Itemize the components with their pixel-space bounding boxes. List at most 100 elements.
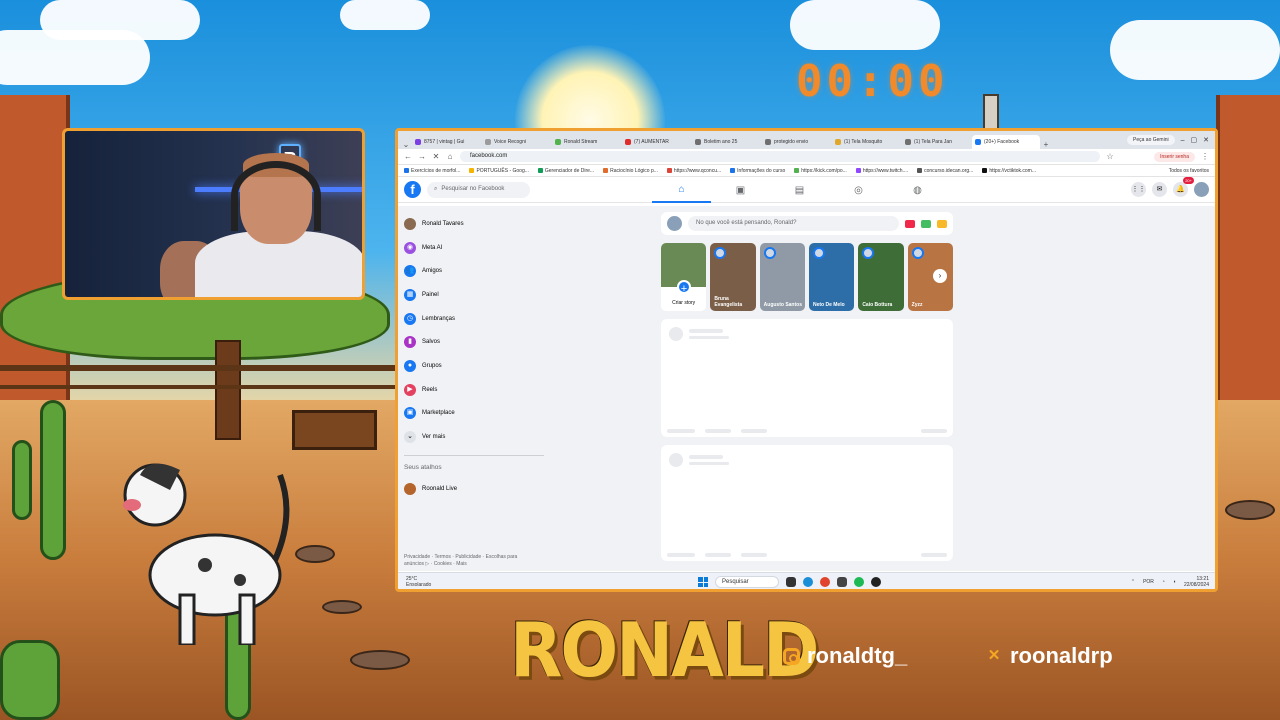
stone (295, 545, 335, 563)
minimize-icon[interactable]: – (1181, 137, 1185, 144)
left-sidebar: Ronald Tavares ◉ Meta AI 👥 Amigos ▦ Painel ◷ Lem… (404, 212, 554, 501)
bookmark-item[interactable]: Exercícios de morfol... (404, 168, 460, 174)
new-tab-button[interactable]: + (1042, 140, 1050, 149)
tab-label: (1) Tela Mosquito (844, 139, 883, 145)
bookmark-item[interactable]: https://www.twitch.... (855, 168, 908, 174)
bookmark-item[interactable]: Raciocínio Lógico p... (603, 168, 658, 174)
taskbar-search[interactable]: Pesquisar (715, 576, 779, 588)
composer-input[interactable]: No que você está pensando, Ronald? (688, 216, 899, 231)
browser-window: ⌄ 8757 | vintag | Gui Voice Recogni Ronald… (395, 128, 1218, 592)
back-icon[interactable]: ← (404, 152, 412, 161)
sidebar-item-amigos[interactable]: 👥 Amigos (404, 259, 554, 283)
sidebar-item-marketplace[interactable]: ▣ Marketplace (404, 402, 554, 426)
bookmark-item[interactable]: https://vctiktok.com... (982, 168, 1036, 174)
browser-tab[interactable]: Boletim ano 25 (692, 135, 760, 149)
sidebar-item-label: Reels (422, 386, 438, 393)
stop-icon[interactable]: ✕ (432, 152, 440, 161)
language[interactable]: POR (1143, 579, 1154, 585)
marketplace-icon[interactable]: ▤ (770, 177, 829, 203)
wifi-icon[interactable]: ◔ (1162, 579, 1165, 585)
star-icon[interactable]: ☆ (1106, 152, 1114, 161)
avatar[interactable] (1194, 182, 1209, 197)
menu-icon[interactable]: ⋮ (1201, 152, 1209, 161)
fence (0, 385, 395, 389)
volume-icon[interactable]: ◖ (1173, 579, 1176, 585)
instagram-icon (783, 647, 800, 665)
edge-icon[interactable] (803, 577, 813, 587)
profile-button[interactable]: Inserir senha (1154, 151, 1195, 162)
close-icon[interactable]: ✕ (1203, 136, 1209, 144)
facebook-main-nav: ⌂ ▣ ▤ ◎ ◍ (652, 177, 947, 203)
gaming-icon[interactable]: ◍ (888, 177, 947, 203)
chevron-right-icon[interactable]: › (933, 269, 947, 283)
skeleton-line (921, 429, 947, 433)
story-card[interactable]: Bruna Evangelista (710, 243, 756, 311)
gemini-button[interactable]: Peça ao Gemini (1127, 135, 1175, 145)
tab-search-icon[interactable]: ⌄ (402, 140, 410, 149)
messenger-icon[interactable]: ✉ (1152, 182, 1167, 197)
footer-links[interactable]: Privacidade · Termos · Publicidade · Esc… (404, 554, 534, 568)
live-video-icon[interactable] (905, 219, 915, 228)
browser-tab[interactable]: (7) AUMENTAR (622, 135, 690, 149)
dog-illustration (123, 463, 290, 645)
story-card[interactable]: Caio Bottura (858, 243, 904, 311)
bookmark-favicon-icon (603, 167, 609, 173)
tab-favicon-icon (835, 139, 841, 145)
browser-tab[interactable]: (1) Tela Para Jan (902, 135, 970, 149)
cliff-left (0, 95, 70, 425)
tree-trunk (215, 340, 241, 440)
bookmark-item[interactable]: https://kick.com/po... (794, 168, 847, 174)
saved-icon: ▮ (404, 336, 416, 349)
home-icon[interactable]: ⌂ (652, 177, 711, 203)
clock[interactable]: 13:21 22/08/2024 (1184, 576, 1209, 588)
sidebar-item-ver-mais[interactable]: ⌄ Ver mais (404, 425, 554, 449)
tray-arrow-icon[interactable]: ⌃ (1131, 579, 1135, 585)
sidebar-item-label: Salvos (422, 339, 441, 346)
windows-start-icon[interactable] (698, 577, 708, 587)
bookmark-item[interactable]: Gerenciador de Dire... (537, 168, 594, 174)
browser-tab[interactable]: (20+) Facebook (972, 135, 1040, 149)
home-icon[interactable]: ⌂ (446, 152, 454, 161)
app-icon[interactable] (837, 577, 847, 587)
sidebar-item-meta-ai[interactable]: ◉ Meta AI (404, 236, 554, 260)
browser-tab[interactable]: Ronald Stream (552, 135, 620, 149)
video-icon[interactable]: ▣ (711, 177, 770, 203)
sidebar-item-lembranças[interactable]: ◷ Lembranças (404, 307, 554, 331)
create-story-card[interactable]: + Criar story (661, 243, 707, 311)
browser-tab[interactable]: protegido envio (762, 135, 830, 149)
browser-tab[interactable]: (1) Tela Mosquito (832, 135, 900, 149)
maximize-icon[interactable]: ▢ (1191, 136, 1198, 144)
forward-icon[interactable]: → (418, 152, 426, 161)
weather-widget[interactable]: 25°C Ensolarado (406, 576, 431, 588)
sidebar-item-reels[interactable]: ▶ Reels (404, 378, 554, 402)
notifications-icon[interactable]: 🔔 20+ (1173, 177, 1194, 197)
bookmark-item[interactable]: PORTUGUÊS - Goog... (469, 168, 529, 174)
file-explorer-icon[interactable] (786, 577, 796, 587)
feeling-icon[interactable] (937, 219, 947, 228)
sidebar-item-salvos[interactable]: ▮ Salvos (404, 330, 554, 354)
facebook-search-input[interactable]: ⌕ Pesquisar no Facebook (427, 181, 530, 198)
spotify-icon[interactable] (854, 577, 864, 587)
photo-icon[interactable] (921, 219, 931, 228)
facebook-body: Ronald Tavares ◉ Meta AI 👥 Amigos ▦ Painel ◷ Lem… (398, 206, 1215, 571)
chrome-icon[interactable] (820, 577, 830, 587)
bookmark-item[interactable]: Informações do curso (730, 168, 785, 174)
sidebar-item-grupos[interactable]: ● Grupos (404, 354, 554, 378)
groups-icon[interactable]: ◎ (829, 177, 888, 203)
all-bookmarks[interactable]: Todos os favoritos (1169, 168, 1209, 174)
facebook-logo-icon[interactable]: f (404, 181, 421, 198)
story-card[interactable]: Augusto Santos (759, 243, 805, 311)
bookmark-item[interactable]: https://www.qconcu... (666, 168, 721, 174)
bookmark-item[interactable]: concurso.idecan.org... (917, 168, 973, 174)
sidebar-item-ronald-tavares[interactable]: Ronald Tavares (404, 212, 554, 236)
menu-grid-icon[interactable]: ⋮⋮ (1131, 182, 1146, 197)
shortcut-item[interactable]: Roonald Live (404, 477, 554, 501)
browser-tab[interactable]: Voice Recogni (482, 135, 550, 149)
story-card[interactable]: Neto De Melo (808, 243, 855, 311)
sidebar-item-painel[interactable]: ▦ Painel (404, 283, 554, 307)
obs-icon[interactable] (871, 577, 881, 587)
url-field[interactable]: facebook.com (460, 151, 1100, 162)
browser-tab[interactable]: 8757 | vintag | Gui (412, 135, 480, 149)
facebook-header: f ⌕ Pesquisar no Facebook ⌂ ▣ ▤ ◎ ◍ ⋮⋮ ✉… (398, 177, 1215, 203)
bench (292, 410, 377, 450)
